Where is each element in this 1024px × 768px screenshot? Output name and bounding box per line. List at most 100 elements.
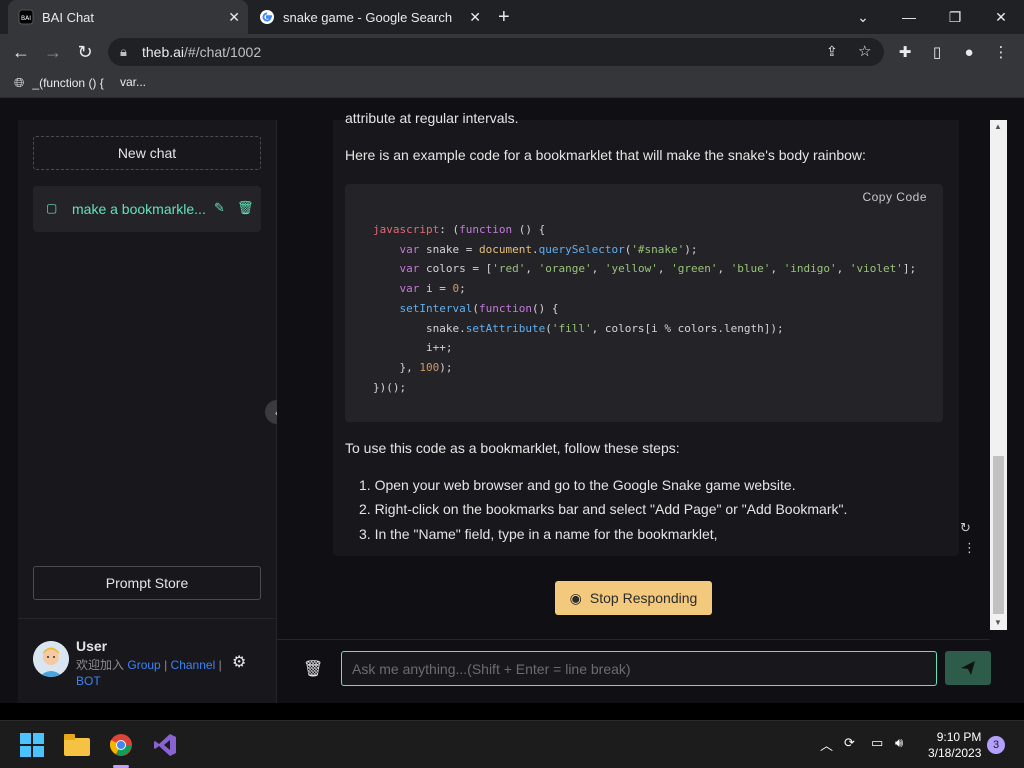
code-content: javascript: (function () { var snake = d…	[373, 220, 916, 397]
side-panel-icon[interactable]: ▯	[922, 34, 952, 70]
code-line: setInterval(function() {	[399, 301, 559, 315]
chat-bubble-icon: ▢	[46, 201, 58, 215]
sidebar-chat-item[interactable]: ▢ make a bookmarkle... ✎ 🗑︎	[33, 186, 261, 232]
network-icon[interactable]: ▭	[871, 735, 883, 751]
send-button[interactable]	[945, 651, 991, 685]
bookmark-item[interactable]: 🌐︎ _(function () {	[14, 75, 104, 91]
group-link[interactable]: Group	[127, 658, 160, 672]
close-tab-icon[interactable]: ✕	[469, 9, 481, 26]
google-favicon-icon	[259, 9, 275, 25]
visual-studio-icon[interactable]	[145, 725, 185, 765]
copy-code-button[interactable]: Copy Code	[862, 190, 927, 204]
steps-intro: To use this code as a bookmarklet, follo…	[345, 440, 680, 456]
volume-icon[interactable]: 🔊︎	[895, 735, 903, 751]
regenerate-icon[interactable]: ↻	[960, 520, 971, 536]
forward-arrow-icon[interactable]: →	[38, 34, 68, 70]
clear-chat-trash-icon[interactable]: 🗑︎	[303, 659, 323, 679]
step-item: 3. In the "Name" field, type in a name f…	[359, 526, 718, 542]
share-icon[interactable]: ⇪	[826, 43, 838, 60]
settings-gear-icon[interactable]: ⚙	[232, 652, 250, 671]
notification-badge[interactable]: 3	[987, 736, 1005, 754]
show-hidden-icons-chevron-icon[interactable]: ︿	[820, 735, 833, 754]
back-arrow-icon[interactable]: ←	[6, 34, 36, 70]
scrollbar[interactable]: ▲ ▼	[990, 120, 1007, 630]
clock-date: 3/18/2023	[928, 746, 982, 760]
scroll-up-icon[interactable]: ▲	[994, 122, 1002, 131]
menu-kebab-icon[interactable]: ⋮	[986, 34, 1016, 70]
chat-item-label: make a bookmarkle...	[72, 201, 206, 217]
message-text-cut: attribute at regular intervals.	[345, 110, 519, 126]
page: New chat ▢ make a bookmarkle... ✎ 🗑︎ Pro…	[0, 98, 1024, 703]
channel-link[interactable]: Channel	[171, 658, 216, 672]
close-window-icon[interactable]: ✕	[978, 0, 1024, 34]
step-item: 2. Right-click on the bookmarks bar and …	[359, 501, 848, 517]
code-line: snake.setAttribute('fill', colors[i % co…	[373, 321, 784, 335]
code-line: })();	[373, 380, 407, 394]
url-text: theb.ai/#/chat/1002	[142, 44, 261, 60]
sidebar: New chat ▢ make a bookmarkle... ✎ 🗑︎ Pro…	[18, 120, 277, 703]
scroll-down-icon[interactable]: ▼	[994, 618, 1002, 627]
new-tab-plus-icon[interactable]: +	[498, 6, 510, 29]
extensions-puzzle-icon[interactable]: ✚	[890, 34, 920, 70]
svg-text:BAI: BAI	[21, 15, 31, 22]
stop-circle-icon: ◉	[569, 589, 582, 606]
clock-time: 9:10 PM	[936, 730, 982, 744]
bai-chat-favicon-icon: BAI	[18, 9, 34, 25]
welcome-text: 欢迎加入	[76, 658, 125, 672]
prompt-input[interactable]	[342, 652, 936, 685]
code-line: var snake = document.querySelector('#sna…	[399, 242, 698, 256]
url-host: theb.ai	[142, 44, 185, 60]
code-line: javascript: (function () {	[373, 223, 546, 236]
globe-icon: 🌐︎	[14, 75, 25, 90]
send-icon	[961, 661, 975, 675]
more-options-icon[interactable]: ⋮	[963, 540, 976, 556]
close-tab-icon[interactable]: ✕	[228, 9, 240, 26]
bot-link[interactable]: BOT	[76, 674, 101, 688]
message-intro: Here is an example code for a bookmarkle…	[345, 147, 866, 163]
maximize-icon[interactable]: ❐	[932, 0, 978, 34]
tab-title: BAI Chat	[42, 9, 95, 25]
sync-icon[interactable]: ⟳	[844, 735, 855, 751]
separator: |	[218, 658, 222, 672]
code-block: Copy Code javascript: (function () { var…	[345, 184, 943, 422]
lock-icon[interactable]: 🔒︎	[120, 44, 127, 60]
user-name: User	[76, 638, 108, 654]
edit-icon[interactable]: ✎	[214, 200, 225, 216]
tab-snake-game[interactable]: snake game - Google Search ✕	[249, 0, 489, 34]
scroll-thumb[interactable]	[993, 456, 1004, 614]
assistant-message: attribute at regular intervals. Here is …	[333, 110, 959, 556]
user-panel: User 欢迎加入 Group | Channel | BOT ⚙	[18, 618, 277, 703]
bookmark-item[interactable]: var...	[120, 75, 146, 89]
tab-bai-chat[interactable]: BAI BAI Chat ✕	[8, 0, 248, 34]
tab-search-chevron-icon[interactable]: ⌄	[840, 0, 886, 34]
bookmark-star-icon[interactable]: ☆	[858, 42, 871, 60]
bookmark-label: var...	[120, 75, 147, 89]
tab-bar: BAI BAI Chat ✕ snake game - Google Searc…	[0, 0, 1024, 34]
clock[interactable]: 9:10 PM 3/18/2023	[928, 729, 981, 761]
code-line: var i = 0;	[399, 282, 466, 296]
file-explorer-icon[interactable]	[57, 725, 97, 765]
profile-icon[interactable]: ●	[954, 34, 984, 70]
stop-button-label: Stop Responding	[589, 590, 698, 606]
chrome-icon[interactable]	[101, 725, 141, 768]
minimize-icon[interactable]: —	[886, 0, 932, 34]
user-links: 欢迎加入 Group | Channel | BOT	[76, 657, 236, 689]
prompt-input-wrapper	[341, 651, 937, 686]
address-bar[interactable]: 🔒︎ theb.ai/#/chat/1002 ⇪ ☆	[108, 38, 884, 66]
delete-icon[interactable]: 🗑︎	[237, 200, 254, 216]
reload-icon[interactable]: ↻	[70, 34, 100, 70]
prompt-store-button[interactable]: Prompt Store	[33, 566, 261, 600]
new-chat-button[interactable]: New chat	[33, 136, 261, 170]
browser-toolbar: ← → ↻ 🔒︎ theb.ai/#/chat/1002 ⇪ ☆ ✚ ▯ ● ⋮	[0, 34, 1024, 70]
stop-responding-button[interactable]: ◉ Stop Responding	[555, 581, 712, 615]
input-bar: 🗑︎	[277, 639, 991, 703]
separator: |	[164, 658, 168, 672]
windows-start-icon[interactable]	[12, 725, 52, 765]
bookmarks-bar: 🌐︎ _(function () { var...	[0, 70, 1024, 98]
code-line: var colors = ['red', 'orange', 'yellow',…	[399, 262, 917, 276]
taskbar: ︿ ⟳ ▭ 🔊︎ 9:10 PM 3/18/2023 3	[0, 720, 1024, 768]
code-line: i++;	[373, 341, 453, 355]
code-line: }, 100);	[373, 360, 453, 374]
avatar[interactable]	[33, 641, 69, 677]
url-path: /#/chat/1002	[184, 44, 262, 60]
